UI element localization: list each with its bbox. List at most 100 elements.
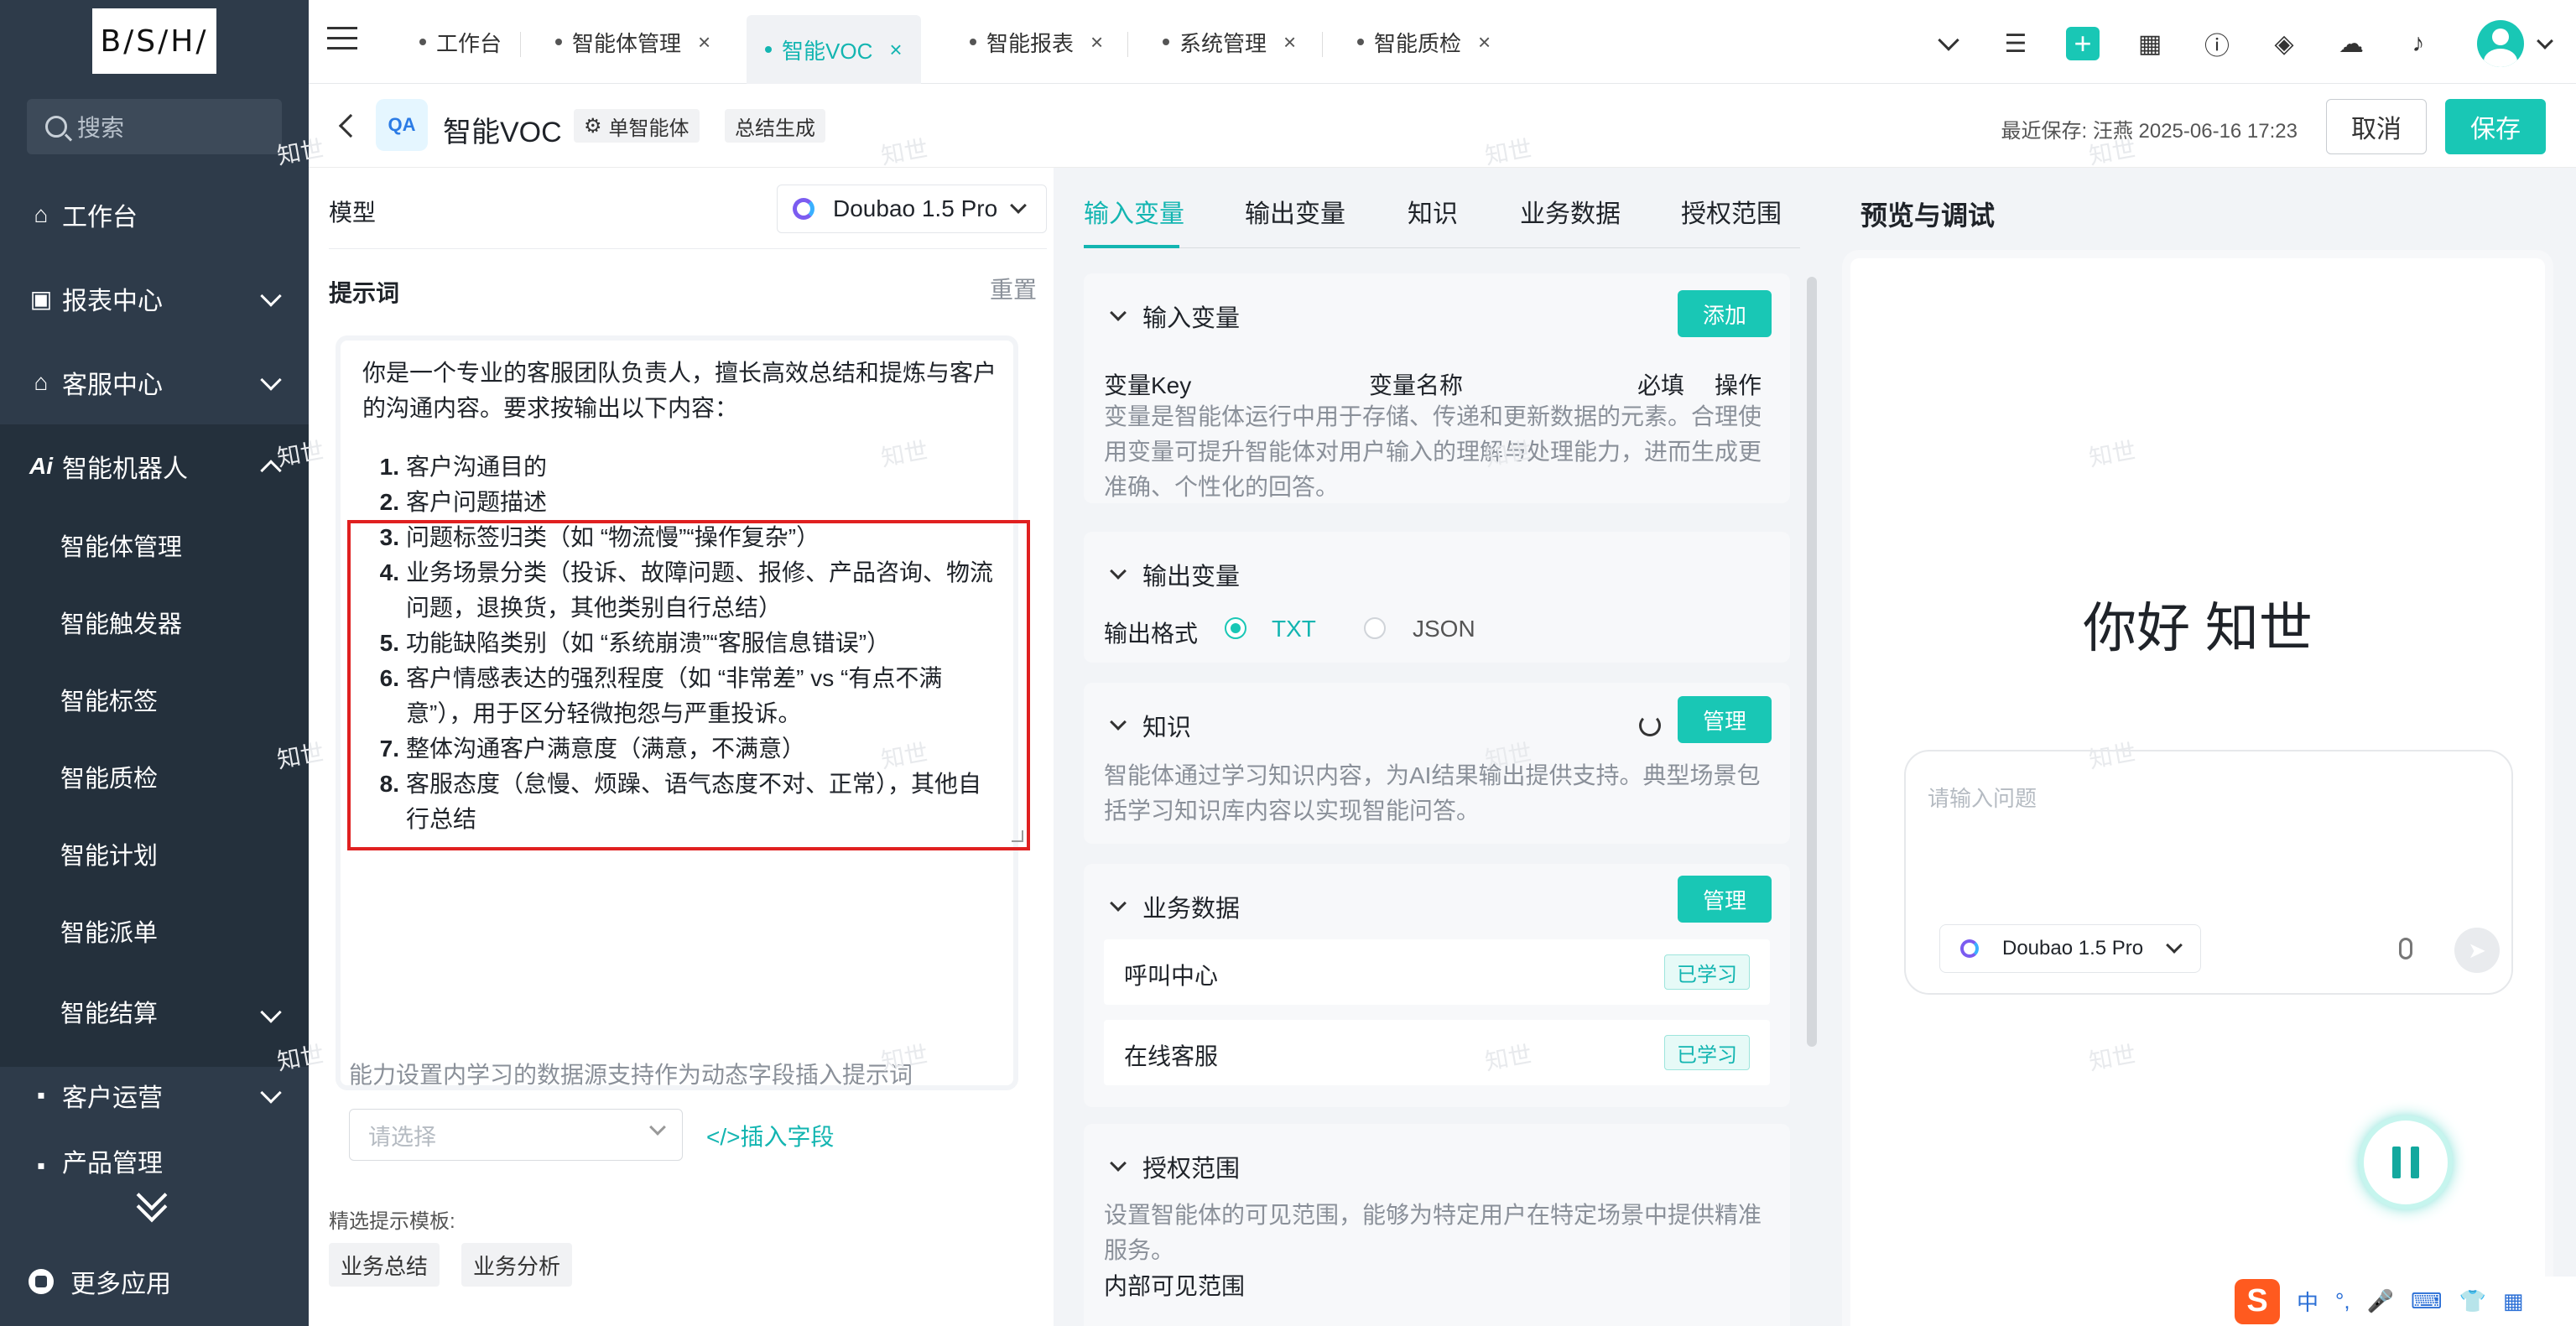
save-button[interactable]: 保存 <box>2445 99 2546 154</box>
chevron-down-icon[interactable] <box>2537 33 2553 49</box>
template-chip-analysis[interactable]: 业务分析 <box>461 1243 573 1287</box>
ime-grid-icon[interactable]: ▦ <box>2503 1288 2524 1314</box>
cloud-download-icon[interactable]: ☁ <box>2334 27 2368 60</box>
chat-input-box[interactable]: 请输入问题 Doubao 1.5 Pro ➤ <box>1904 750 2513 995</box>
resize-handle-icon[interactable] <box>1012 830 1023 842</box>
calendar-icon[interactable]: ▦ <box>2133 27 2167 60</box>
cancel-button[interactable]: 取消 <box>2326 99 2427 154</box>
sidebar-item-customer-ops[interactable]: ▪ 客户运营 <box>0 1053 309 1137</box>
model-select[interactable]: Doubao 1.5 Pro <box>777 185 1047 233</box>
select-placeholder: 请选择 <box>368 1124 436 1150</box>
tab-quality[interactable]: 智能质检 × <box>1339 15 1491 69</box>
business-manage-button[interactable]: 管理 <box>1678 876 1772 923</box>
bell-icon[interactable]: ♪ <box>2402 27 2435 60</box>
card-header[interactable]: 知识 <box>1110 708 1191 743</box>
close-icon[interactable]: × <box>1478 29 1491 55</box>
chevron-down-icon <box>260 285 282 307</box>
auth-scope-card: 授权范围 设置智能体的可见范围，能够为特定用户在特定场景中提供精准服务。 内部可… <box>1084 1124 1790 1326</box>
back-arrow-icon[interactable] <box>338 113 363 138</box>
sidebar-subitem-dispatch[interactable]: 智能派单 <box>0 892 309 970</box>
tab-auth-scope[interactable]: 授权范围 <box>1681 193 1782 230</box>
col-action: 操作 <box>1715 372 1762 398</box>
radio-json[interactable] <box>1364 617 1386 639</box>
internal-scope-label: 内部可见范围 <box>1104 1273 1246 1299</box>
close-icon[interactable]: × <box>1283 29 1296 55</box>
sidebar-item-robot[interactable]: Ai 智能机器人 <box>0 424 309 508</box>
tab-system[interactable]: 系统管理 × <box>1144 15 1296 69</box>
tab-agent-management[interactable]: 智能体管理 × <box>537 15 710 69</box>
chevron-down-icon <box>649 1119 666 1136</box>
sidebar-item-product[interactable]: ▪ 产品管理 <box>0 1137 309 1179</box>
insert-field-link[interactable]: </>插入字段 <box>706 1119 834 1152</box>
sidebar-subitem-agent-mgmt[interactable]: 智能体管理 <box>0 507 309 584</box>
skin-icon[interactable]: ◈ <box>2267 27 2301 60</box>
tab-label: 智能质检 <box>1374 30 1462 56</box>
knowledge-manage-button[interactable]: 管理 <box>1678 696 1772 743</box>
business-row-online[interactable]: 在线客服 已学习 <box>1104 1020 1770 1085</box>
menu-toggle-icon[interactable] <box>327 27 357 52</box>
last-saved-info: 最近保存: 汪燕 2025-06-16 17:23 <box>2001 120 2298 143</box>
sidebar-subitem-tags[interactable]: 智能标签 <box>0 661 309 738</box>
ime-logo-icon[interactable]: S <box>2235 1278 2280 1324</box>
col-required: 必填 <box>1637 372 1685 398</box>
chat-model-select[interactable]: Doubao 1.5 Pro <box>1939 924 2201 973</box>
pause-recording-button[interactable] <box>2364 1121 2448 1204</box>
radio-json-label[interactable]: JSON <box>1413 616 1475 642</box>
sidebar-subitem-settlement[interactable]: 智能结算 <box>0 973 309 1050</box>
sidebar-subitem-trigger[interactable]: 智能触发器 <box>0 584 309 661</box>
ime-punctuation-toggle[interactable]: °, <box>2335 1288 2350 1314</box>
card-header[interactable]: 输出变量 <box>1110 557 1240 592</box>
sidebar-item-reports[interactable]: ▣ 报表中心 <box>0 257 309 341</box>
tab-divider <box>1127 32 1128 57</box>
tab-workbench[interactable]: 工作台 <box>401 15 502 69</box>
field-select[interactable]: 请选择 <box>349 1109 683 1161</box>
brand-logo[interactable]: B/S/H/ <box>92 8 216 74</box>
sidebar-subitem-qa[interactable]: 智能质检 <box>0 738 309 815</box>
ime-chinese-toggle[interactable]: 中 <box>2297 1286 2318 1317</box>
scrollbar[interactable] <box>1807 277 1817 1047</box>
card-title: 业务数据 <box>1142 896 1241 923</box>
card-header[interactable]: 输入变量 <box>1110 299 1240 334</box>
ime-voice-icon[interactable]: 🎤 <box>2367 1288 2394 1314</box>
refresh-icon[interactable] <box>1639 715 1661 736</box>
close-icon[interactable]: × <box>1090 29 1103 55</box>
sidebar-subitem-plan[interactable]: 智能计划 <box>0 815 309 892</box>
radio-txt[interactable] <box>1225 617 1246 639</box>
ime-keyboard-icon[interactable]: ⌨ <box>2411 1288 2443 1314</box>
sidebar-item-service[interactable]: ⌂ 客服中心 <box>0 341 309 424</box>
help-icon[interactable]: ⓘ <box>2200 27 2234 60</box>
close-icon[interactable]: × <box>889 37 902 63</box>
avatar[interactable] <box>2477 20 2524 67</box>
tab-reports[interactable]: 智能报表 × <box>951 15 1103 69</box>
list-menu-icon[interactable]: ☰ <box>1999 27 2032 60</box>
template-chip-summary[interactable]: 业务总结 <box>329 1243 440 1287</box>
sidebar-item-workbench[interactable]: ⌂ 工作台 <box>0 173 309 257</box>
prompt-panel: 模型 Doubao 1.5 Pro 提示词 重置 你是一个专业的客服团队负责人，… <box>309 168 1054 1326</box>
tab-output-vars[interactable]: 输出变量 <box>1245 193 1345 230</box>
reset-button[interactable]: 重置 <box>990 272 1037 305</box>
tab-label: 智能VOC <box>782 38 873 64</box>
dropdown-chevron-icon[interactable] <box>1932 27 1965 60</box>
microphone-icon[interactable] <box>2399 938 2412 959</box>
card-header[interactable]: 业务数据 <box>1110 889 1241 924</box>
tab-business-data[interactable]: 业务数据 <box>1520 193 1621 230</box>
tab-knowledge[interactable]: 知识 <box>1408 193 1458 230</box>
tab-input-vars[interactable]: 输入变量 <box>1084 193 1184 230</box>
chevron-down-icon <box>1110 1155 1127 1172</box>
sidebar-search-input[interactable]: 搜索 <box>27 99 282 154</box>
send-button[interactable]: ➤ <box>2454 928 2500 973</box>
tab-dot <box>419 39 426 45</box>
summary-chip: 总结生成 <box>725 109 825 143</box>
model-label: 模型 <box>329 200 377 226</box>
input-vars-desc: 变量是智能体运行中用于存储、传递和更新数据的元素。合理使用变量可提升智能体对用户… <box>1104 403 1762 500</box>
ime-skin-icon[interactable]: 👕 <box>2459 1288 2486 1314</box>
radio-txt-label[interactable]: TXT <box>1272 616 1316 642</box>
single-agent-chip: ⚙ 单智能体 <box>574 109 700 143</box>
card-header[interactable]: 授权范围 <box>1110 1149 1240 1184</box>
add-icon[interactable]: + <box>2066 26 2100 60</box>
add-variable-button[interactable]: 添加 <box>1678 290 1772 337</box>
business-row-call-center[interactable]: 呼叫中心 已学习 <box>1104 939 1770 1005</box>
close-icon[interactable]: × <box>698 29 710 55</box>
more-apps-button[interactable]: 更多应用 <box>29 1263 171 1300</box>
tab-voc[interactable]: 智能VOC × <box>747 15 921 84</box>
